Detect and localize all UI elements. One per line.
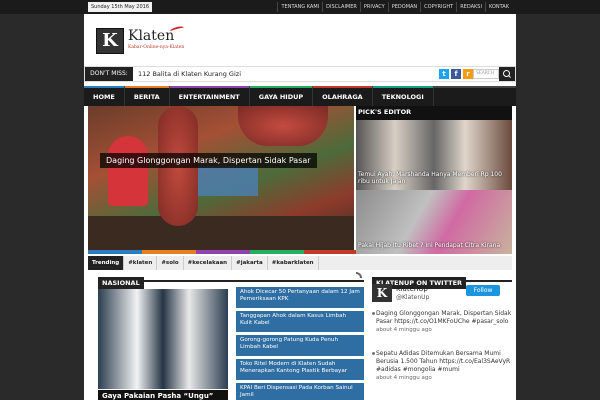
tweet: Sepatu Adidas Ditemukan Bersama Mumi Ber… [372,350,512,382]
list-item[interactable]: Gorong-gorong Patung Kuda Penuh Limbah K… [236,335,364,356]
meat-image [238,106,328,146]
slide-caption[interactable]: Daging Glonggongan Marak, Dispertan Sida… [100,153,317,168]
tweet: Daging Glonggongan Marak, Dispertan Sida… [372,310,512,334]
twitter-icon[interactable]: t [439,69,449,79]
top-menu-redaksi[interactable]: REDAKSI [456,2,485,12]
twitter-name[interactable]: KlatenUp [396,285,428,293]
nasional-title[interactable]: NASIONAL [98,277,144,289]
nav-home[interactable]: HOME [84,86,125,106]
nav-teknologi[interactable]: TEKNOLOGI [372,86,434,106]
picks-editor: PICK'S EDITOR Temui Ayah, Marshanda Hany… [356,106,512,254]
top-menu-kontak[interactable]: KONTAK [484,2,512,12]
crate-image [198,166,258,196]
feature-image[interactable] [98,289,228,389]
market-table-image [88,216,354,254]
top-menu-privacy[interactable]: PRIVACY [359,2,388,12]
slider-bar-2[interactable] [142,250,196,254]
trending-tag[interactable]: #jakarta [232,256,268,270]
top-menu: TENTANG KAMI DISCLAIMER PRIVACY PEDOMAN … [277,2,512,12]
pick-caption[interactable]: Temui Ayah, Marshanda Hanya Memberi Rp 1… [358,171,508,185]
news-list: Ahok Dicecar 50 Pertanyaan dalam 12 Jam … [236,287,364,400]
nasional-header: NASIONAL [98,270,364,289]
nav-gaya-hidup[interactable]: GAYA HIDUP [249,86,314,106]
nav-berita[interactable]: BERITA [124,86,170,106]
slider-progress [88,250,358,254]
vendor-image [108,136,148,206]
follow-button[interactable]: Follow [466,285,500,296]
feature-title[interactable]: Gaya Pakaian Pasha “Ungu” Membuat Mendag… [98,390,228,400]
trending-tag[interactable]: #kabarklaten [268,256,319,270]
featured-slider[interactable]: Daging Glonggongan Marak, Dispertan Sida… [88,106,354,254]
bullet-icon [372,352,375,355]
list-item[interactable]: Toko Ritel Modern di Klaten Sudah Menera… [236,359,364,380]
slider-bar-1[interactable] [88,250,142,254]
dont-miss-headline[interactable]: 112 Balita di Klaten Kurang Gizi [138,67,241,81]
nav-olahraga[interactable]: OLAHRAGA [313,86,373,106]
dont-miss-bar: DON'T MISS: 112 Balita di Klaten Kurang … [84,66,516,82]
pick-item[interactable]: Pakai Hijab Itu Ribet ? Ini Pendapat Cit… [356,190,512,254]
top-menu-disclaimer[interactable]: DISCLAIMER [322,2,360,12]
site-name[interactable]: Klaten [128,28,174,44]
tweet-text[interactable]: Sepatu Adidas Ditemukan Bersama Mumi Ber… [376,350,512,374]
slider-bar-4[interactable] [250,250,304,254]
list-item[interactable]: KPAI Beri Dispensasi Pada Korban Sainul … [236,383,364,400]
rss-icon[interactable] [356,272,362,278]
trending-tag[interactable]: #solo [157,256,184,270]
nav-entertainment[interactable]: ENTERTAINMENT [169,86,250,106]
trending-tag[interactable]: #kecelakaan [184,256,233,270]
tweet-time[interactable]: about 4 minggu ago [376,326,512,334]
trending-bar: Trending #klaten #solo #kecelakaan #jaka… [88,256,512,270]
list-item[interactable]: Tanggapan Ahok dalam Kasus Limbah Kulit … [236,311,364,332]
slider-bar-3[interactable] [196,250,250,254]
site-header: K Klaten Kabar-Online-nya-Klaten [84,14,516,64]
top-menu-copyright[interactable]: COPYRIGHT [420,2,456,12]
logo-icon[interactable]: K [96,28,124,54]
list-item[interactable]: Ahok Dicecar 50 Pertanyaan dalam 12 Jam … [236,287,364,308]
main-nav: HOME BERITA ENTERTAINMENT GAYA HIDUP OLA… [84,86,516,106]
picks-title: PICK'S EDITOR [358,108,412,116]
twitter-handle[interactable]: @KlatenUp [396,294,429,301]
rss-icon[interactable]: r [463,69,473,79]
pick-caption[interactable]: Pakai Hijab Itu Ribet ? Ini Pendapat Cit… [358,242,508,249]
facebook-icon[interactable]: f [451,69,461,79]
date-label: Sunday 15th May 2016 [88,2,153,12]
bullet-icon [372,312,375,315]
top-menu-pedoman[interactable]: PEDOMAN [387,2,420,12]
site-tagline: Kabar-Online-nya-Klaten [128,45,185,50]
top-bar: Sunday 15th May 2016 TENTANG KAMI DISCLA… [0,0,600,14]
search-icon[interactable] [499,67,515,81]
tweet-text[interactable]: Daging Glonggongan Marak, Dispertan Sida… [376,310,512,326]
top-menu-tentang[interactable]: TENTANG KAMI [277,2,322,12]
slider-bar-5[interactable] [304,250,358,254]
social-icons: t f r [439,69,473,79]
twitter-header: KLATENUP ON TWITTER [372,270,512,289]
dont-miss-label: DON'T MISS: [85,67,133,81]
logo-swoosh-icon [169,25,185,34]
search-input[interactable]: SEARCH [473,69,499,79]
tweet-time[interactable]: about 4 minggu ago [376,374,512,382]
pick-item[interactable]: Temui Ayah, Marshanda Hanya Memberi Rp 1… [356,120,512,190]
trending-label: Trending [88,256,125,270]
trending-tag[interactable]: #klaten [124,256,158,270]
avatar[interactable]: K [372,284,392,302]
page-container: K Klaten Kabar-Online-nya-Klaten DON'T M… [84,14,516,400]
